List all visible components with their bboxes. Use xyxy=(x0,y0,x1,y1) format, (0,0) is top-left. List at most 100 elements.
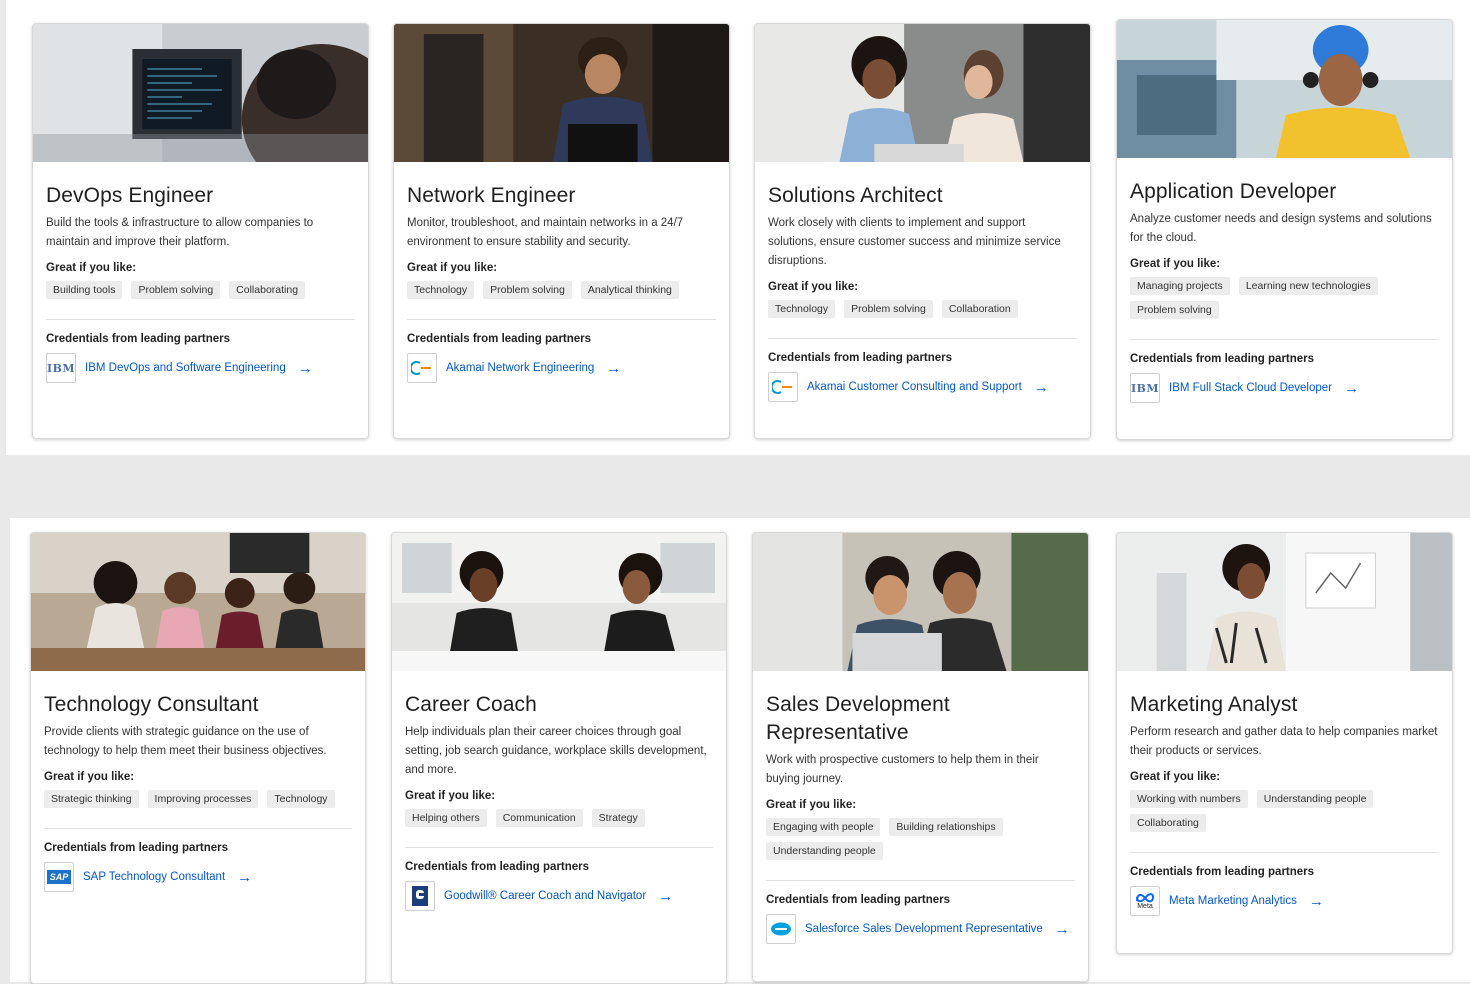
akamai-logo-icon xyxy=(407,353,437,383)
tag: Engaging with people xyxy=(766,818,881,836)
great-if-you-like-label: Great if you like: xyxy=(407,262,498,274)
credential-name[interactable]: Meta Marketing Analytics xyxy=(1169,895,1297,907)
tag: Improving processes xyxy=(147,790,259,808)
tag: Technology xyxy=(407,281,475,299)
card-description: Provide clients with strategic guidance … xyxy=(44,726,327,757)
credentials-label: Credentials from leading partners xyxy=(766,894,951,906)
arrow-right-icon: → xyxy=(606,359,622,377)
tag: Strategic thinking xyxy=(44,790,139,808)
card-description: Help individuals plan their career choic… xyxy=(405,726,707,776)
card-photo xyxy=(31,533,365,671)
credential-link[interactable]: IBM IBM Full Stack Cloud Developer → xyxy=(1130,373,1439,403)
tag: Technology xyxy=(267,790,335,808)
credential-link[interactable]: Akamai Customer Consulting and Support → xyxy=(768,372,1077,402)
tag: Strategy xyxy=(591,809,645,827)
card-title: Career Coach xyxy=(405,693,537,716)
divider xyxy=(1130,852,1439,853)
meta-logo-icon: Meta xyxy=(1130,886,1160,916)
credential-name[interactable]: SAP Technology Consultant xyxy=(83,871,225,883)
career-card-sales-development-representative[interactable]: Sales Development Representative Work wi… xyxy=(752,532,1089,982)
tag-list: Working with numbers Understanding peopl… xyxy=(1130,790,1439,832)
arrow-right-icon: → xyxy=(1033,378,1049,396)
credentials-label: Credentials from leading partners xyxy=(46,333,231,345)
tag: Understanding people xyxy=(1256,790,1374,808)
career-card-solutions-architect[interactable]: Solutions Architect Work closely with cl… xyxy=(754,23,1091,439)
divider xyxy=(46,319,355,320)
tag: Managing projects xyxy=(1130,277,1230,295)
great-if-you-like-label: Great if you like: xyxy=(768,281,859,293)
career-card-marketing-analyst[interactable]: Marketing Analyst Perform research and g… xyxy=(1116,532,1453,954)
card-title: Sales Development Representative xyxy=(766,693,950,744)
tag-list: Engaging with people Building relationsh… xyxy=(766,818,1075,860)
card-title: DevOps Engineer xyxy=(46,184,214,207)
credentials-label: Credentials from leading partners xyxy=(1130,866,1315,878)
card-title: Technology Consultant xyxy=(44,693,259,716)
arrow-right-icon: → xyxy=(297,359,313,377)
divider xyxy=(768,338,1077,339)
tag: Problem solving xyxy=(1130,301,1219,319)
tag: Collaboration xyxy=(941,300,1018,318)
career-card-technology-consultant[interactable]: Technology Consultant Provide clients wi… xyxy=(30,532,366,984)
card-description: Work with prospective customers to help … xyxy=(766,754,1039,785)
career-card-application-developer[interactable]: Application Developer Analyze customer n… xyxy=(1116,19,1453,440)
card-photo xyxy=(33,24,368,162)
credential-link[interactable]: Salesforce Sales Development Representat… xyxy=(766,914,1075,944)
tag: Understanding people xyxy=(766,842,883,860)
tag-list: Managing projects Learning new technolog… xyxy=(1130,277,1439,319)
credential-name[interactable]: IBM Full Stack Cloud Developer xyxy=(1169,382,1332,394)
card-description: Build the tools & infrastructure to allo… xyxy=(46,217,314,248)
career-card-devops-engineer[interactable]: DevOps Engineer Build the tools & infras… xyxy=(32,23,369,439)
great-if-you-like-label: Great if you like: xyxy=(44,771,135,783)
great-if-you-like-label: Great if you like: xyxy=(1130,771,1221,783)
great-if-you-like-label: Great if you like: xyxy=(766,799,857,811)
arrow-right-icon: → xyxy=(1343,379,1359,397)
tag: Working with numbers xyxy=(1130,790,1248,808)
credential-name[interactable]: Akamai Network Engineering xyxy=(446,362,594,374)
great-if-you-like-label: Great if you like: xyxy=(46,262,137,274)
tag: Collaborating xyxy=(229,281,306,299)
career-card-network-engineer[interactable]: Network Engineer Monitor, troubleshoot, … xyxy=(393,23,730,439)
credentials-label: Credentials from leading partners xyxy=(407,333,592,345)
card-photo xyxy=(392,533,726,671)
arrow-right-icon: → xyxy=(1308,892,1324,910)
tag: Problem solving xyxy=(483,281,572,299)
credential-name[interactable]: Akamai Customer Consulting and Support xyxy=(807,381,1022,393)
ibm-logo-icon: IBM xyxy=(1130,373,1160,403)
divider xyxy=(1130,339,1439,340)
card-photo xyxy=(755,24,1090,162)
card-description: Perform research and gather data to help… xyxy=(1130,726,1438,757)
tag: Collaborating xyxy=(1130,814,1206,832)
career-card-career-coach[interactable]: Career Coach Help individuals plan their… xyxy=(391,532,727,984)
credentials-label: Credentials from leading partners xyxy=(1130,353,1315,365)
tag: Problem solving xyxy=(844,300,933,318)
tag-list: Technology Problem solving Collaboration xyxy=(768,300,1077,318)
credential-name[interactable]: IBM DevOps and Software Engineering xyxy=(85,362,286,374)
great-if-you-like-label: Great if you like: xyxy=(405,790,496,802)
credentials-label: Credentials from leading partners xyxy=(405,861,590,873)
credential-link[interactable]: Goodwill® Career Coach and Navigator → xyxy=(405,881,713,911)
divider xyxy=(44,828,352,829)
card-title: Marketing Analyst xyxy=(1130,693,1298,716)
card-photo xyxy=(1117,20,1452,158)
tag: Building tools xyxy=(46,281,123,299)
tag: Helping others xyxy=(405,809,487,827)
tag-list: Building tools Problem solving Collabora… xyxy=(46,281,355,299)
credential-link[interactable]: SAP SAP Technology Consultant → xyxy=(44,862,352,892)
credentials-label: Credentials from leading partners xyxy=(768,352,953,364)
tag: Analytical thinking xyxy=(580,281,679,299)
card-photo xyxy=(394,24,729,162)
credential-link[interactable]: IBM IBM DevOps and Software Engineering … xyxy=(46,353,355,383)
goodwill-logo-icon xyxy=(405,881,435,911)
tag: Problem solving xyxy=(131,281,221,299)
card-title: Application Developer xyxy=(1130,180,1337,203)
tag-list: Strategic thinking Improving processes T… xyxy=(44,790,352,808)
card-description: Monitor, troubleshoot, and maintain netw… xyxy=(407,217,684,248)
card-description: Analyze customer needs and design system… xyxy=(1130,213,1432,244)
tag: Communication xyxy=(495,809,583,827)
credential-link[interactable]: Akamai Network Engineering → xyxy=(407,353,716,383)
credential-name[interactable]: Salesforce Sales Development Representat… xyxy=(805,923,1043,935)
akamai-logo-icon xyxy=(768,372,798,402)
arrow-right-icon: → xyxy=(237,868,253,886)
credential-name[interactable]: Goodwill® Career Coach and Navigator xyxy=(444,890,646,902)
credential-link[interactable]: Meta Meta Marketing Analytics → xyxy=(1130,886,1439,916)
